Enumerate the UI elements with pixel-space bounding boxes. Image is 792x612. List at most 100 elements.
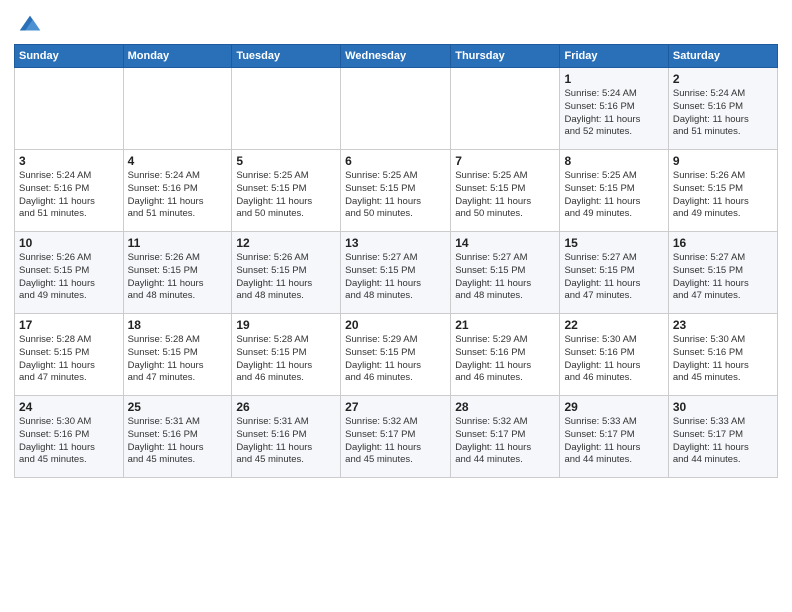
day-info: Sunrise: 5:32 AM Sunset: 5:17 PM Dayligh… (345, 416, 446, 467)
day-number: 14 (455, 236, 555, 250)
day-number: 7 (455, 154, 555, 168)
day-number: 11 (128, 236, 228, 250)
calendar-header-row: SundayMondayTuesdayWednesdayThursdayFrid… (15, 45, 778, 68)
day-info: Sunrise: 5:33 AM Sunset: 5:17 PM Dayligh… (564, 416, 663, 467)
day-number: 18 (128, 318, 228, 332)
col-header-monday: Monday (123, 45, 232, 68)
calendar-cell: 19 Sunrise: 5:28 AM Sunset: 5:15 PM Dayli… (232, 314, 341, 396)
calendar-cell: 8 Sunrise: 5:25 AM Sunset: 5:15 PM Daylig… (560, 150, 668, 232)
day-number: 10 (19, 236, 119, 250)
day-info: Sunrise: 5:27 AM Sunset: 5:15 PM Dayligh… (673, 252, 773, 303)
calendar-cell: 29 Sunrise: 5:33 AM Sunset: 5:17 PM Dayli… (560, 396, 668, 478)
calendar-cell: 30Sunrise: 5:33 AM Sunset: 5:17 PM Dayli… (668, 396, 777, 478)
day-info: Sunrise: 5:24 AM Sunset: 5:16 PM Dayligh… (19, 170, 119, 221)
calendar-cell: 4 Sunrise: 5:24 AM Sunset: 5:16 PM Daylig… (123, 150, 232, 232)
calendar-cell: 11 Sunrise: 5:26 AM Sunset: 5:15 PM Dayli… (123, 232, 232, 314)
calendar-cell: 3 Sunrise: 5:24 AM Sunset: 5:16 PM Daylig… (15, 150, 124, 232)
calendar-cell: 7 Sunrise: 5:25 AM Sunset: 5:15 PM Daylig… (451, 150, 560, 232)
calendar-cell: 13Sunrise: 5:27 AM Sunset: 5:15 PM Dayli… (341, 232, 451, 314)
calendar-table: SundayMondayTuesdayWednesdayThursdayFrid… (14, 44, 778, 478)
col-header-friday: Friday (560, 45, 668, 68)
calendar-week-1: 1 Sunrise: 5:24 AM Sunset: 5:16 PM Daylig… (15, 68, 778, 150)
day-number: 21 (455, 318, 555, 332)
day-info: Sunrise: 5:30 AM Sunset: 5:16 PM Dayligh… (564, 334, 663, 385)
day-number: 1 (564, 72, 663, 86)
col-header-sunday: Sunday (15, 45, 124, 68)
day-info: Sunrise: 5:26 AM Sunset: 5:15 PM Dayligh… (236, 252, 336, 303)
col-header-wednesday: Wednesday (341, 45, 451, 68)
day-info: Sunrise: 5:25 AM Sunset: 5:15 PM Dayligh… (345, 170, 446, 221)
day-info: Sunrise: 5:31 AM Sunset: 5:16 PM Dayligh… (236, 416, 336, 467)
day-number: 30 (673, 400, 773, 414)
day-number: 4 (128, 154, 228, 168)
calendar-cell: 2 Sunrise: 5:24 AM Sunset: 5:16 PM Daylig… (668, 68, 777, 150)
calendar-cell: 21 Sunrise: 5:29 AM Sunset: 5:16 PM Dayli… (451, 314, 560, 396)
header (14, 10, 778, 38)
day-info: Sunrise: 5:24 AM Sunset: 5:16 PM Dayligh… (673, 88, 773, 139)
day-number: 22 (564, 318, 663, 332)
calendar-cell: 1 Sunrise: 5:24 AM Sunset: 5:16 PM Daylig… (560, 68, 668, 150)
calendar-week-3: 10 Sunrise: 5:26 AM Sunset: 5:15 PM Dayli… (15, 232, 778, 314)
calendar-cell: 27 Sunrise: 5:32 AM Sunset: 5:17 PM Dayli… (341, 396, 451, 478)
day-number: 8 (564, 154, 663, 168)
calendar-cell: 25Sunrise: 5:31 AM Sunset: 5:16 PM Dayli… (123, 396, 232, 478)
calendar-cell (232, 68, 341, 150)
day-info: Sunrise: 5:28 AM Sunset: 5:15 PM Dayligh… (236, 334, 336, 385)
day-info: Sunrise: 5:27 AM Sunset: 5:15 PM Dayligh… (455, 252, 555, 303)
col-header-thursday: Thursday (451, 45, 560, 68)
day-number: 25 (128, 400, 228, 414)
day-number: 9 (673, 154, 773, 168)
day-info: Sunrise: 5:28 AM Sunset: 5:15 PM Dayligh… (19, 334, 119, 385)
day-info: Sunrise: 5:32 AM Sunset: 5:17 PM Dayligh… (455, 416, 555, 467)
day-info: Sunrise: 5:24 AM Sunset: 5:16 PM Dayligh… (564, 88, 663, 139)
day-info: Sunrise: 5:25 AM Sunset: 5:15 PM Dayligh… (455, 170, 555, 221)
day-number: 29 (564, 400, 663, 414)
day-info: Sunrise: 5:25 AM Sunset: 5:15 PM Dayligh… (564, 170, 663, 221)
calendar-cell: 26 Sunrise: 5:31 AM Sunset: 5:16 PM Dayli… (232, 396, 341, 478)
calendar-cell: 15 Sunrise: 5:27 AM Sunset: 5:15 PM Dayli… (560, 232, 668, 314)
day-info: Sunrise: 5:26 AM Sunset: 5:15 PM Dayligh… (673, 170, 773, 221)
day-number: 5 (236, 154, 336, 168)
day-info: Sunrise: 5:25 AM Sunset: 5:15 PM Dayligh… (236, 170, 336, 221)
day-number: 2 (673, 72, 773, 86)
day-number: 15 (564, 236, 663, 250)
page: SundayMondayTuesdayWednesdayThursdayFrid… (0, 0, 792, 612)
day-number: 24 (19, 400, 119, 414)
calendar-cell: 24 Sunrise: 5:30 AM Sunset: 5:16 PM Dayli… (15, 396, 124, 478)
day-info: Sunrise: 5:30 AM Sunset: 5:16 PM Dayligh… (19, 416, 119, 467)
day-info: Sunrise: 5:30 AM Sunset: 5:16 PM Dayligh… (673, 334, 773, 385)
day-number: 23 (673, 318, 773, 332)
calendar-cell: 20 Sunrise: 5:29 AM Sunset: 5:15 PM Dayli… (341, 314, 451, 396)
day-info: Sunrise: 5:26 AM Sunset: 5:15 PM Dayligh… (128, 252, 228, 303)
day-number: 6 (345, 154, 446, 168)
calendar-cell: 28 Sunrise: 5:32 AM Sunset: 5:17 PM Dayli… (451, 396, 560, 478)
calendar-cell: 17 Sunrise: 5:28 AM Sunset: 5:15 PM Dayli… (15, 314, 124, 396)
logo-icon (16, 10, 44, 38)
calendar-week-4: 17 Sunrise: 5:28 AM Sunset: 5:15 PM Dayli… (15, 314, 778, 396)
calendar-cell (451, 68, 560, 150)
day-info: Sunrise: 5:29 AM Sunset: 5:16 PM Dayligh… (455, 334, 555, 385)
day-info: Sunrise: 5:27 AM Sunset: 5:15 PM Dayligh… (564, 252, 663, 303)
day-number: 27 (345, 400, 446, 414)
day-info: Sunrise: 5:28 AM Sunset: 5:15 PM Dayligh… (128, 334, 228, 385)
day-number: 26 (236, 400, 336, 414)
day-number: 3 (19, 154, 119, 168)
calendar-cell: 12Sunrise: 5:26 AM Sunset: 5:15 PM Dayli… (232, 232, 341, 314)
day-number: 13 (345, 236, 446, 250)
calendar-cell: 14 Sunrise: 5:27 AM Sunset: 5:15 PM Dayli… (451, 232, 560, 314)
calendar-cell: 6 Sunrise: 5:25 AM Sunset: 5:15 PM Daylig… (341, 150, 451, 232)
day-number: 17 (19, 318, 119, 332)
calendar-cell: 18 Sunrise: 5:28 AM Sunset: 5:15 PM Dayli… (123, 314, 232, 396)
day-number: 19 (236, 318, 336, 332)
day-info: Sunrise: 5:24 AM Sunset: 5:16 PM Dayligh… (128, 170, 228, 221)
col-header-tuesday: Tuesday (232, 45, 341, 68)
day-info: Sunrise: 5:29 AM Sunset: 5:15 PM Dayligh… (345, 334, 446, 385)
day-info: Sunrise: 5:26 AM Sunset: 5:15 PM Dayligh… (19, 252, 119, 303)
day-number: 28 (455, 400, 555, 414)
col-header-saturday: Saturday (668, 45, 777, 68)
calendar-cell: 23 Sunrise: 5:30 AM Sunset: 5:16 PM Dayli… (668, 314, 777, 396)
day-number: 20 (345, 318, 446, 332)
day-number: 16 (673, 236, 773, 250)
calendar-cell (15, 68, 124, 150)
calendar-cell: 9 Sunrise: 5:26 AM Sunset: 5:15 PM Daylig… (668, 150, 777, 232)
